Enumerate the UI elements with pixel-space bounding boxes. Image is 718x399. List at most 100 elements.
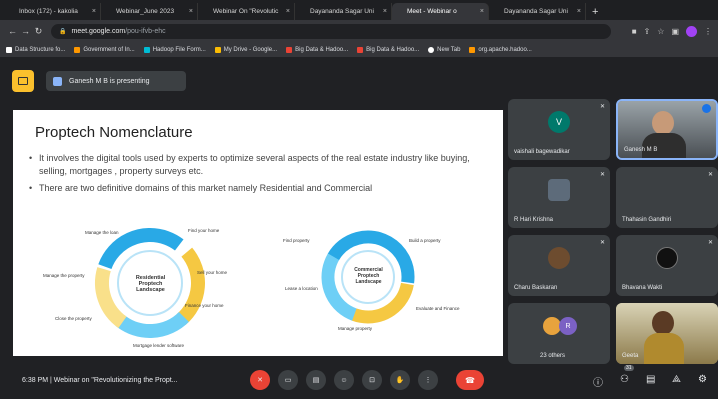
participant-tile[interactable]: ✕ Bhavana Wakti [616, 235, 718, 296]
people-icon[interactable]: ⚇ [620, 374, 629, 385]
participant-tile[interactable]: ✕ Charu Baskaran [508, 235, 610, 296]
present-button[interactable]: ⊡ [362, 370, 382, 390]
bookmark[interactable]: org.apache.hadoo... [469, 46, 532, 53]
close-icon[interactable]: × [577, 8, 581, 15]
tab-strip: Inbox (172) - kakolia × Webinar_June 2023… [0, 0, 718, 20]
bookmark[interactable]: My Drive - Google... [214, 46, 277, 53]
presenter-bar: Ganesh M B is presenting [12, 70, 186, 92]
slide-bullet: It involves the digital tools used by ex… [29, 152, 479, 178]
sidebar-icon[interactable]: ▣ [671, 27, 679, 36]
speaking-icon [702, 104, 711, 113]
browser-tab[interactable]: Webinar_June 2023 × [101, 3, 198, 20]
bookmark-icon [74, 46, 81, 53]
bookmark[interactable]: Big Data & Hadoo... [286, 46, 348, 53]
reload-icon[interactable]: ↻ [32, 26, 45, 37]
close-icon[interactable]: × [286, 8, 290, 15]
info-icon[interactable]: ⓘ [593, 374, 603, 389]
browser-tab-active[interactable]: Meet - Webinar o × [392, 3, 489, 20]
bookmark[interactable]: Hadoop File Form... [143, 46, 206, 53]
avatar: V [548, 111, 570, 134]
diagram-label: Lease a location [285, 286, 318, 291]
diagram-label: Finance your home [185, 303, 224, 308]
present-screen-icon[interactable] [12, 70, 34, 92]
sheets-icon [202, 8, 209, 15]
participant-tile-video[interactable]: Ganesh M B [616, 99, 718, 160]
bookmark[interactable]: Data Structure fo... [6, 46, 65, 53]
person-figure [652, 111, 674, 135]
diagram-label: Manage the property [43, 273, 85, 278]
site-icon [299, 8, 306, 15]
close-icon[interactable]: × [189, 8, 193, 15]
avatar [548, 247, 570, 270]
url-field[interactable]: 🔒 meet.google.com/pou-ifvb-ehc [51, 23, 611, 39]
host-controls-icon[interactable]: ⚙ [698, 374, 707, 385]
more-options-button[interactable]: ⋮ [418, 370, 438, 390]
menu-dots-icon[interactable]: ⋮ [704, 27, 712, 36]
diagram-label: Manage the loan [85, 230, 119, 235]
person-figure [652, 311, 674, 335]
close-icon[interactable]: × [383, 8, 387, 15]
leave-call-button[interactable]: ☎ [456, 370, 484, 390]
participant-tile[interactable]: ✕ Thahasin Gandhiri [616, 167, 718, 228]
meet-stage: Ganesh M B is presenting Proptech Nomenc… [0, 58, 718, 399]
avatar [656, 247, 678, 270]
mic-off-icon: ✕ [599, 240, 605, 246]
back-arrow-icon[interactable]: ← [6, 26, 19, 36]
close-icon[interactable]: × [480, 8, 484, 15]
drive-icon [105, 8, 112, 15]
meeting-info: 6:38 PM | Webinar on "Revolutionizing th… [22, 377, 178, 384]
browser-tab[interactable]: Inbox (172) - kakolia × [4, 3, 101, 20]
mic-off-icon: ✕ [707, 172, 713, 178]
meet-icon [396, 8, 403, 15]
activities-icon[interactable]: ⟁ [672, 374, 681, 385]
camera-button[interactable]: ▭ [278, 370, 298, 390]
chat-icon[interactable]: ▤ [646, 374, 655, 385]
bookmark-icon [214, 46, 221, 53]
participant-tile[interactable]: ✕ R Hari Krishna [508, 167, 610, 228]
emoji-button[interactable]: ☺ [334, 370, 354, 390]
browser-tab[interactable]: Webinar On "Revolutic × [198, 3, 295, 20]
mic-off-icon: ✕ [599, 104, 605, 110]
diagram-label: Close the property [55, 316, 92, 321]
person-figure [644, 333, 684, 364]
camera-icon[interactable]: ■ [632, 27, 637, 36]
diagram-label: Find property [283, 238, 310, 243]
bookmark[interactable]: Government of In... [74, 46, 135, 53]
browser-window: Inbox (172) - kakolia × Webinar_June 2023… [0, 0, 718, 399]
participant-tile-video[interactable]: Geeta [616, 303, 718, 364]
others-tile[interactable]: R 23 others [508, 303, 610, 364]
residential-center-label: Residential Proptech Landscape [135, 275, 166, 293]
site-icon [493, 8, 500, 15]
browser-tab[interactable]: Dayananda Sagar Uni × [295, 3, 392, 20]
bookmark-icon [357, 46, 364, 53]
diagram-label: Find your home [188, 228, 220, 233]
diagram-label: Build a property [409, 238, 441, 243]
bookmark[interactable]: Big Data & Hadoo... [357, 46, 419, 53]
diagram-label: Manage property [338, 326, 373, 331]
captions-button[interactable]: ▤ [306, 370, 326, 390]
bookmark-icon [6, 46, 12, 53]
close-icon[interactable]: × [92, 8, 96, 15]
browser-tab[interactable]: Dayananda Sagar Uni × [489, 3, 586, 20]
commercial-center-label: Commercial Proptech Landscape [354, 267, 383, 285]
star-icon[interactable]: ☆ [657, 27, 664, 36]
presenter-label: Ganesh M B is presenting [46, 71, 186, 91]
forward-arrow-icon[interactable]: → [19, 26, 32, 36]
raise-hand-button[interactable]: ✋ [390, 370, 410, 390]
share-icon[interactable]: ⇪ [644, 27, 651, 36]
shared-slide: Proptech Nomenclature It involves the di… [13, 110, 503, 356]
meeting-toolbar: 6:38 PM | Webinar on "Revolutionizing th… [0, 362, 718, 399]
screen-share-icon [53, 76, 62, 86]
url-host: meet.google.com [71, 27, 126, 35]
bookmark[interactable]: New Tab [428, 46, 460, 53]
gmail-icon [8, 8, 15, 15]
participant-tile[interactable]: ✕ V vaishali bagewadikar [508, 99, 610, 160]
profile-avatar[interactable] [686, 25, 697, 37]
lock-icon: 🔒 [59, 28, 67, 35]
mic-off-button[interactable]: ✕ [250, 370, 270, 390]
browser-actions: ■ ⇪ ☆ ▣ ⋮ [632, 25, 712, 37]
new-tab-button[interactable]: + [586, 6, 604, 20]
url-path: /pou-ifvb-ehc [125, 27, 166, 35]
diagram-label: Mortgage lender software [133, 343, 185, 348]
mic-off-icon: ✕ [599, 172, 605, 178]
